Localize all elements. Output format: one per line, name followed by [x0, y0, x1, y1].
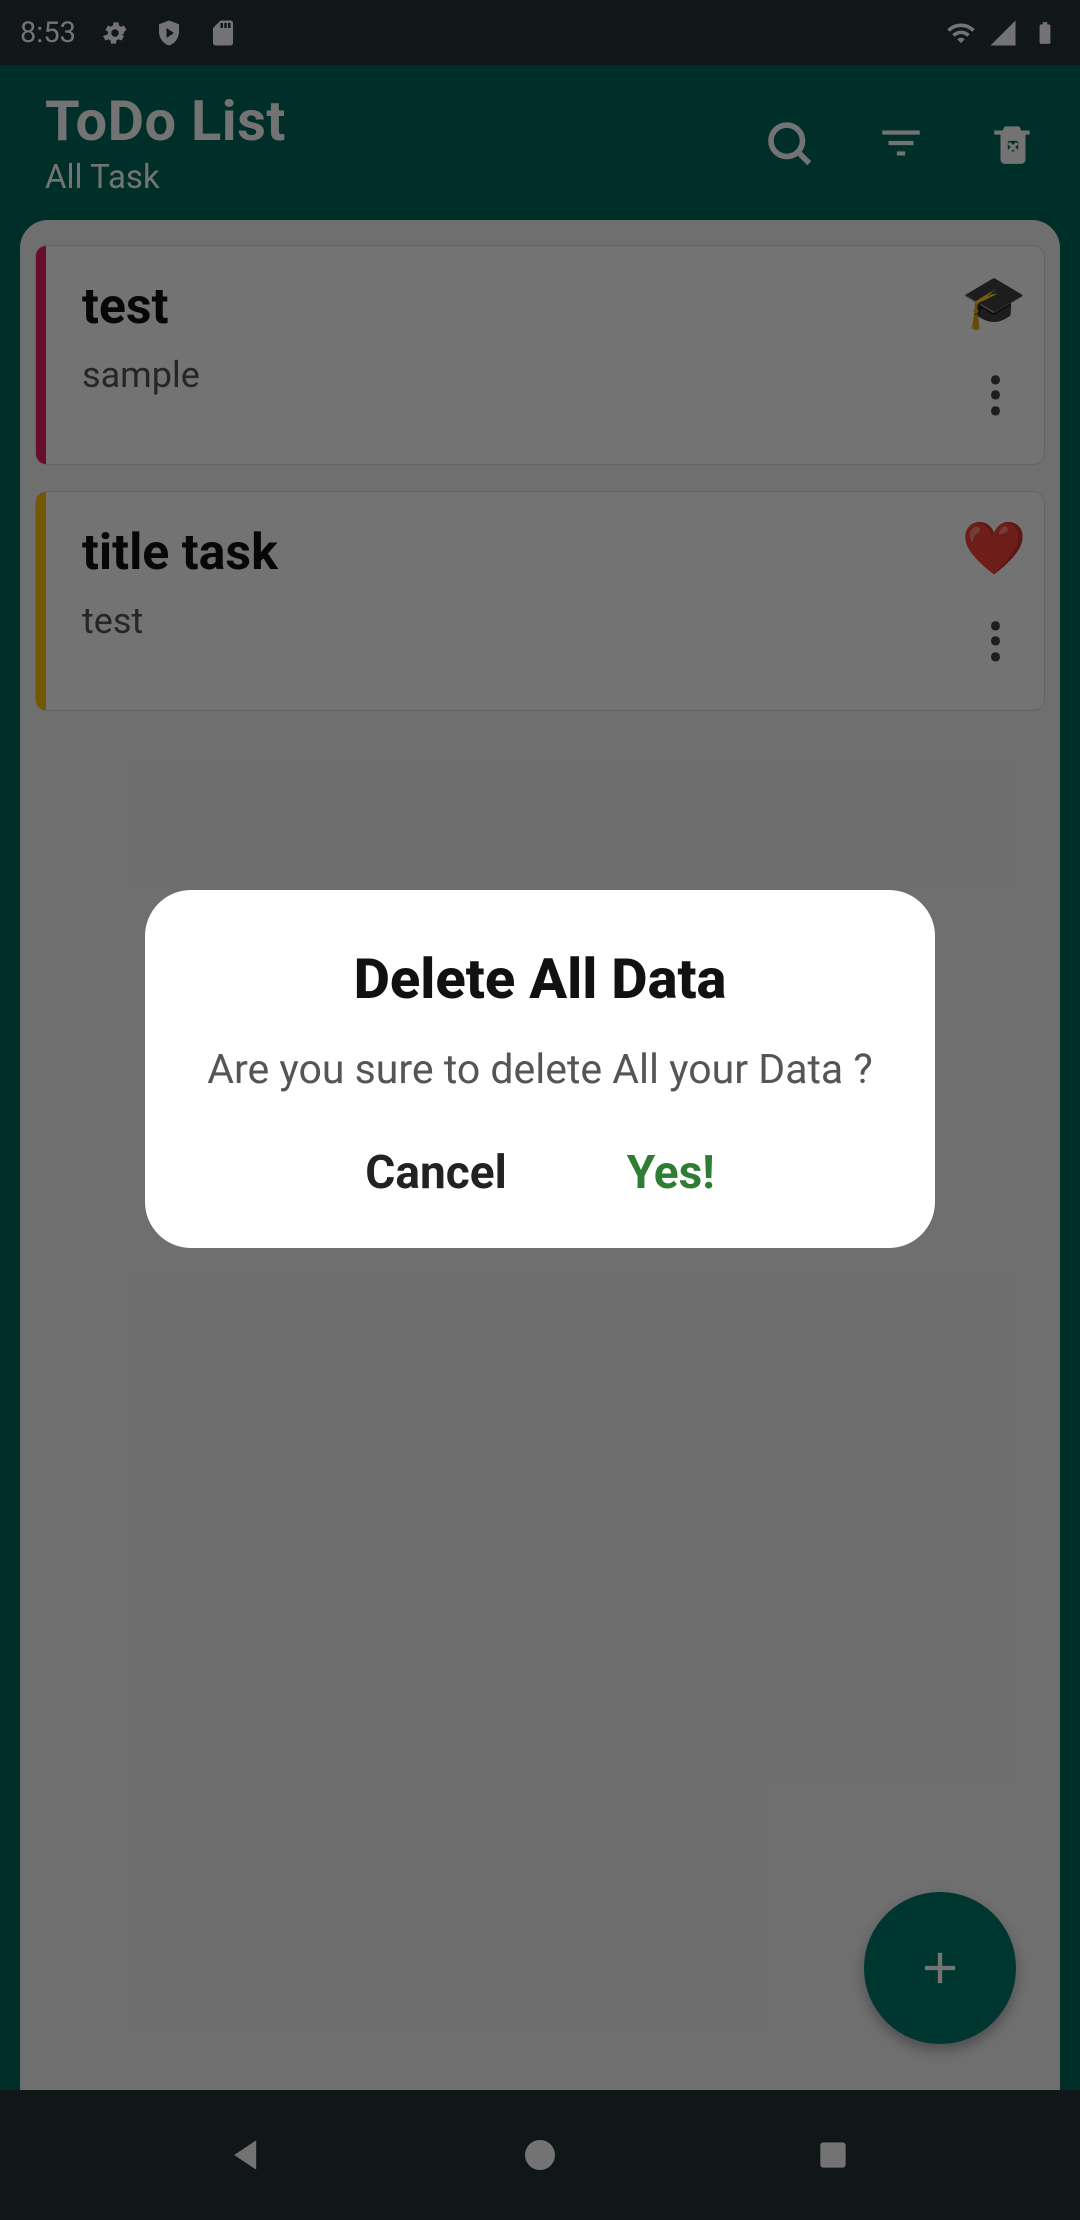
dialog-title: Delete All Data — [193, 946, 887, 1012]
dialog-message: Are you sure to delete All your Data ? — [193, 1046, 887, 1094]
confirm-button[interactable]: Yes! — [627, 1146, 715, 1200]
cancel-button[interactable]: Cancel — [365, 1146, 506, 1200]
dialog-actions: Cancel Yes! — [193, 1146, 887, 1200]
delete-all-dialog: Delete All Data Are you sure to delete A… — [145, 890, 935, 1248]
